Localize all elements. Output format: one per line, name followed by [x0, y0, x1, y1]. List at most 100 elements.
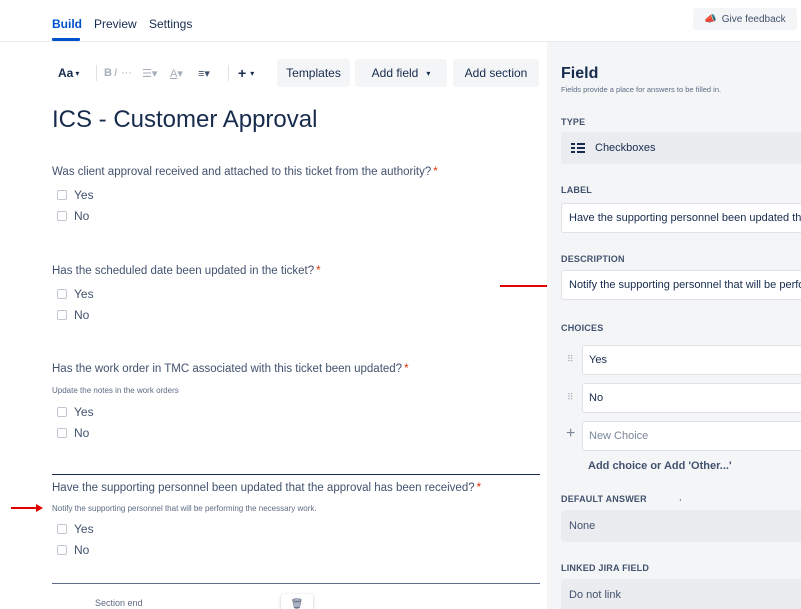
- checkboxes-icon: [571, 142, 585, 154]
- checkbox-option[interactable]: Yes: [57, 405, 94, 419]
- checkbox[interactable]: [57, 211, 67, 221]
- add-section-button[interactable]: Add section: [453, 59, 539, 87]
- question-text: Have the supporting personnel been updat…: [52, 482, 475, 494]
- question-description: Notify the supporting personnel that wil…: [52, 504, 317, 513]
- add-choice-link[interactable]: Add choice or Add 'Other...': [588, 460, 732, 472]
- type-label: TYPE: [561, 117, 586, 127]
- panel-title: Field: [561, 65, 599, 82]
- required-marker: *: [476, 482, 482, 494]
- type-selector[interactable]: Checkboxes: [561, 132, 801, 164]
- checkbox[interactable]: [57, 310, 67, 320]
- chevron-down-icon: ▾: [75, 68, 80, 78]
- default-answer-select[interactable]: None: [561, 510, 801, 542]
- question-label[interactable]: Has the scheduled date been updated in t…: [52, 265, 321, 277]
- option-label: No: [74, 543, 90, 557]
- bold-button[interactable]: B: [104, 59, 112, 87]
- new-choice-input[interactable]: New Choice: [582, 421, 801, 451]
- checkbox[interactable]: [57, 407, 67, 417]
- label-input[interactable]: Have the supporting personnel been updat…: [561, 203, 801, 233]
- label-label: LABEL: [561, 185, 592, 195]
- question-label[interactable]: Has the work order in TMC associated wit…: [52, 363, 409, 375]
- option-label: No: [74, 426, 90, 440]
- choice-value: No: [589, 392, 604, 404]
- description-input[interactable]: Notify the supporting personnel that wil…: [561, 270, 801, 300]
- default-answer-label: DEFAULT ANSWER: [561, 494, 647, 504]
- checkbox-option[interactable]: No: [57, 209, 89, 223]
- required-marker: *: [404, 363, 409, 375]
- choice-value: Yes: [589, 354, 607, 366]
- choices-label: CHOICES: [561, 323, 604, 333]
- question-label[interactable]: Have the supporting personnel been updat…: [52, 482, 481, 494]
- italic-button[interactable]: I: [114, 59, 117, 87]
- description-input-value: Notify the supporting personnel that wil…: [569, 279, 801, 291]
- tab-build[interactable]: Build: [52, 17, 82, 31]
- default-answer-value: None: [569, 520, 596, 532]
- top-bar: Build Preview Settings 📣 Give feedback: [0, 0, 801, 42]
- trash-icon: 🗑: [290, 598, 304, 609]
- section-end-label: Section end: [95, 598, 143, 608]
- active-tab-indicator: [52, 38, 80, 41]
- templates-button[interactable]: Templates: [277, 59, 350, 87]
- option-label: Yes: [74, 522, 94, 536]
- checkbox[interactable]: [57, 524, 67, 534]
- checkbox-option[interactable]: No: [57, 308, 89, 322]
- stray-comma: ,: [679, 492, 682, 502]
- checkbox-option[interactable]: Yes: [57, 287, 94, 301]
- required-marker: *: [433, 166, 438, 178]
- plus-icon[interactable]: +: [566, 425, 575, 443]
- checkbox[interactable]: [57, 289, 67, 299]
- selected-field-top-border: [52, 474, 540, 475]
- drag-handle-icon[interactable]: ⠿: [567, 392, 574, 403]
- align-icon: ☰▾: [142, 67, 158, 80]
- choice-input[interactable]: No: [582, 383, 801, 413]
- chevron-down-icon: ▾: [426, 68, 431, 78]
- question-text: Has the work order in TMC associated wit…: [52, 363, 403, 375]
- give-feedback-button[interactable]: 📣 Give feedback: [693, 8, 797, 30]
- plus-icon: +: [238, 65, 247, 81]
- tab-settings[interactable]: Settings: [149, 17, 192, 31]
- annotation-arrow: [500, 282, 554, 290]
- description-label: DESCRIPTION: [561, 254, 625, 264]
- checkbox[interactable]: [57, 428, 67, 438]
- tab-preview[interactable]: Preview: [94, 17, 137, 31]
- section-divider: [52, 583, 540, 584]
- question-label[interactable]: Was client approval received and attache…: [52, 166, 438, 178]
- drag-handle-icon[interactable]: ⠿: [567, 354, 574, 365]
- chevron-down-icon: ▾: [250, 68, 255, 78]
- editor-toolbar: Aa ▾ B I ··· ☰▾ A▾ ≡▾ + ▾ Templates Add f…: [52, 59, 542, 87]
- option-label: No: [74, 209, 90, 223]
- new-choice-placeholder: New Choice: [589, 430, 649, 442]
- insert-dropdown[interactable]: + ▾: [238, 59, 254, 87]
- megaphone-icon: 📣: [704, 13, 717, 25]
- more-formatting-button[interactable]: ···: [121, 59, 132, 87]
- list-dropdown[interactable]: ≡▾: [198, 59, 210, 87]
- checkbox-option[interactable]: No: [57, 426, 89, 440]
- option-label: Yes: [74, 287, 94, 301]
- checkbox-option[interactable]: Yes: [57, 522, 94, 536]
- label-input-value: Have the supporting personnel been updat…: [569, 212, 801, 224]
- question-text: Has the scheduled date been updated in t…: [52, 265, 315, 277]
- give-feedback-label: Give feedback: [721, 13, 786, 25]
- toolbar-divider: [228, 65, 229, 81]
- alignment-dropdown[interactable]: ☰▾: [142, 59, 157, 87]
- choice-input[interactable]: Yes: [582, 345, 801, 375]
- question-text: Was client approval received and attache…: [52, 166, 432, 178]
- checkbox[interactable]: [57, 545, 67, 555]
- checkbox[interactable]: [57, 190, 67, 200]
- text-color-icon: A▾: [170, 67, 183, 80]
- linked-jira-field-select[interactable]: Do not link: [561, 579, 801, 609]
- option-label: No: [74, 308, 90, 322]
- panel-subtitle: Fields provide a place for answers to be…: [561, 85, 722, 94]
- delete-section-button[interactable]: 🗑: [281, 594, 313, 609]
- checkbox-option[interactable]: Yes: [57, 188, 94, 202]
- text-style-dropdown[interactable]: Aa ▾: [58, 59, 79, 87]
- linked-jira-field-value: Do not link: [569, 589, 621, 601]
- linked-jira-field-label: LINKED JIRA FIELD: [561, 563, 650, 573]
- form-title[interactable]: ICS - Customer Approval: [52, 106, 317, 134]
- type-value: Checkboxes: [595, 142, 656, 154]
- checkbox-option[interactable]: No: [57, 543, 89, 557]
- list-icon: ≡▾: [198, 67, 210, 80]
- add-field-button[interactable]: Add field ▾: [355, 59, 447, 87]
- text-color-dropdown[interactable]: A▾: [170, 59, 183, 87]
- annotation-arrow: [11, 504, 43, 512]
